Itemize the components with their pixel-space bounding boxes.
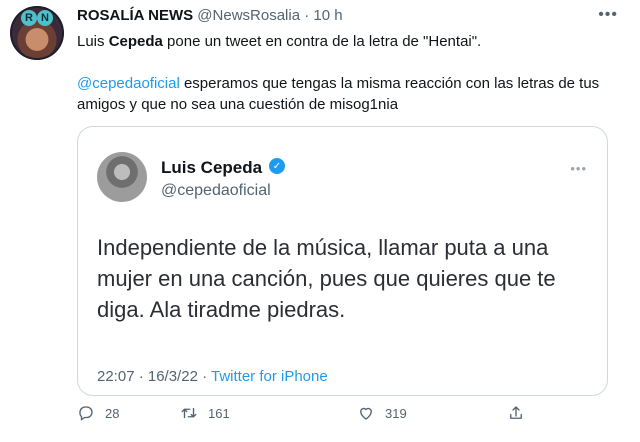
reply-count: 28 — [105, 405, 120, 421]
tweet-actions: 28 161 319 — [77, 404, 527, 430]
tweet-text-bold: Cepeda — [108, 33, 163, 50]
tweet-text-after: pone un tweet en contra de la letra de "… — [162, 33, 482, 50]
retweet-icon — [181, 407, 197, 419]
avatar-letter-n: N — [37, 10, 53, 26]
quoted-source-link[interactable]: Twitter for iPhone — [211, 368, 328, 385]
heart-icon — [360, 407, 372, 420]
tweet-time[interactable]: 10 h — [313, 7, 342, 24]
reply-button[interactable]: 28 — [77, 404, 119, 422]
quoted-author-handle[interactable]: @cepedaoficial — [161, 182, 271, 200]
share-icon — [510, 406, 522, 419]
more-options-icon[interactable]: ••• — [598, 6, 618, 24]
retweet-button[interactable]: 161 — [180, 404, 230, 422]
retweet-count: 161 — [208, 405, 230, 421]
tweet-text: Luis Cepeda pone un tweet en contra de l… — [77, 31, 625, 115]
separator-dot: · — [304, 7, 310, 24]
quoted-more-icon: ••• — [570, 161, 587, 176]
verified-icon: ✓ — [269, 158, 285, 174]
quoted-avatar[interactable] — [97, 152, 147, 202]
like-count: 319 — [385, 405, 407, 421]
quoted-text: Independiente de la música, llamar puta … — [97, 235, 556, 322]
share-button[interactable] — [507, 404, 525, 422]
quoted-timestamp: 22:07 · 16/3/22 · — [97, 368, 211, 385]
tweet-paragraph-1: Luis Cepeda pone un tweet en contra de l… — [77, 31, 625, 52]
quoted-meta: 22:07 · 16/3/22 · Twitter for iPhone — [97, 368, 328, 385]
author-avatar[interactable]: R N — [10, 6, 64, 60]
author-handle[interactable]: @NewsRosalia — [197, 7, 300, 24]
quoted-tweet[interactable]: Luis Cepeda ✓ @cepedaoficial ••• Indepen… — [77, 126, 608, 396]
tweet-text-before: Luis — [77, 33, 109, 50]
quoted-author-name[interactable]: Luis Cepeda — [161, 158, 262, 178]
avatar-letter-r: R — [21, 10, 37, 26]
mention-link[interactable]: @cepedaoficial — [77, 75, 180, 92]
author-name[interactable]: ROSALÍA NEWS — [77, 7, 193, 24]
like-button[interactable]: 319 — [357, 404, 407, 422]
reply-icon — [79, 406, 93, 421]
tweet-header: ROSALÍA NEWS @NewsRosalia · 10 h — [77, 7, 343, 24]
tweet-paragraph-2: @cepedaoficial esperamos que tengas la m… — [77, 73, 625, 115]
